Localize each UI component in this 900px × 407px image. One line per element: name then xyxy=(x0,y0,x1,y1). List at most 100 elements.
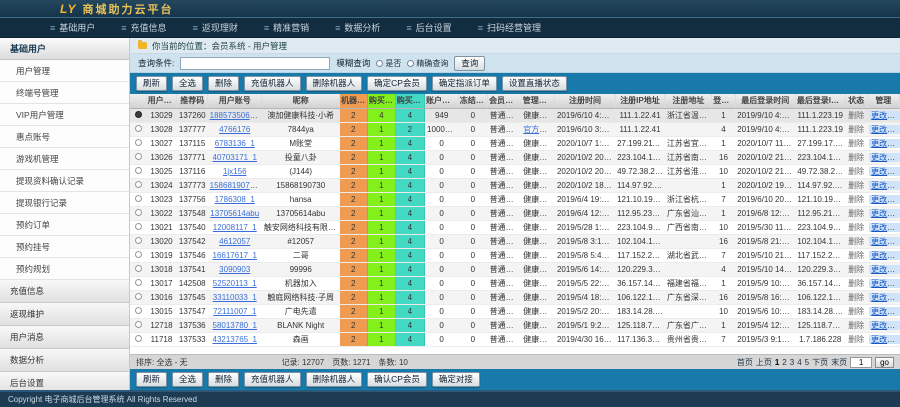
edit-info-link[interactable]: 更改信息 xyxy=(869,251,899,260)
row-checkbox[interactable] xyxy=(135,153,142,160)
page-link-3[interactable]: 2 xyxy=(782,358,786,367)
delete-link[interactable]: 删除 xyxy=(848,251,864,260)
page-link-5[interactable]: 4 xyxy=(797,358,801,367)
account-link[interactable]: 33110033_1 xyxy=(213,293,257,302)
row-checkbox[interactable] xyxy=(135,293,142,300)
edit-info-link[interactable]: 更改信息 xyxy=(869,125,899,134)
page-jump-input[interactable] xyxy=(850,357,872,368)
toolbar-top-button-6[interactable]: 确定指派订单 xyxy=(432,76,497,91)
page-link-6[interactable]: 5 xyxy=(805,358,809,367)
row-checkbox[interactable] xyxy=(135,265,142,272)
delete-link[interactable]: 删除 xyxy=(848,335,864,344)
row-checkbox[interactable] xyxy=(135,335,142,342)
row-checkbox[interactable] xyxy=(135,167,142,174)
edit-info-link[interactable]: 更改信息 xyxy=(869,167,899,176)
toolbar-bottom-button-6[interactable]: 确定对接 xyxy=(432,372,480,387)
edit-info-link[interactable]: 更改信息 xyxy=(869,223,899,232)
page-go-button[interactable]: go xyxy=(875,357,894,368)
page-link-2[interactable]: 1 xyxy=(775,358,779,367)
option-exact[interactable]: 精确查询 xyxy=(407,58,448,69)
delete-link[interactable]: 删除 xyxy=(848,125,864,134)
account-link[interactable]: 4766176 xyxy=(219,125,250,134)
toolbar-bottom-button-3[interactable]: 充值机器人 xyxy=(244,372,301,387)
edit-info-link[interactable]: 更改信息 xyxy=(869,181,899,190)
sidebar-item-8[interactable]: 预约挂号 xyxy=(0,236,129,258)
edit-info-link[interactable]: 更改信息 xyxy=(869,335,899,344)
delete-link[interactable]: 删除 xyxy=(848,293,864,302)
toolbar-bottom-button-5[interactable]: 确认CP会员 xyxy=(367,372,427,387)
toolbar-bottom-button-2[interactable]: 删除 xyxy=(208,372,239,387)
toolbar-top-button-5[interactable]: 确定CP会员 xyxy=(367,76,427,91)
edit-info-link[interactable]: 更改信息 xyxy=(869,111,899,120)
edit-info-link[interactable]: 更改信息 xyxy=(869,237,899,246)
edit-info-link[interactable]: 更改信息 xyxy=(869,279,899,288)
row-checkbox[interactable] xyxy=(135,321,142,328)
nav-item-5[interactable]: ≡ 后台设置 xyxy=(406,21,451,34)
delete-link[interactable]: 删除 xyxy=(848,209,864,218)
page-link-4[interactable]: 3 xyxy=(790,358,794,367)
account-link[interactable]: 1786308_1 xyxy=(215,195,255,204)
delete-link[interactable]: 删除 xyxy=(848,223,864,232)
edit-info-link[interactable]: 更改信息 xyxy=(869,153,899,162)
search-button[interactable]: 查询 xyxy=(454,56,485,71)
edit-info-link[interactable]: 更改信息 xyxy=(869,139,899,148)
option-yesno[interactable]: 是否 xyxy=(376,58,401,69)
page-link-8[interactable]: 末页 xyxy=(831,357,847,368)
sidebar-section-3[interactable]: 数据分析 xyxy=(0,349,129,372)
sidebar-item-1[interactable]: 终端号管理 xyxy=(0,82,129,104)
edit-info-link[interactable]: 更改信息 xyxy=(869,307,899,316)
module-link[interactable]: 官方账号 xyxy=(523,125,555,134)
toolbar-top-button-7[interactable]: 设置直播状态 xyxy=(502,76,567,91)
delete-link[interactable]: 删除 xyxy=(848,167,864,176)
account-link[interactable]: 52520113_1 xyxy=(213,279,257,288)
sidebar-item-3[interactable]: 惠点账号 xyxy=(0,126,129,148)
account-link[interactable]: 18857350613_1 xyxy=(210,111,262,120)
account-link[interactable]: 4612057 xyxy=(219,237,250,246)
account-link[interactable]: 72111007_1 xyxy=(213,307,256,316)
edit-info-link[interactable]: 更改信息 xyxy=(869,195,899,204)
sidebar-item-5[interactable]: 提现资料确认记录 xyxy=(0,170,129,192)
row-checkbox[interactable] xyxy=(135,279,142,286)
delete-link[interactable]: 删除 xyxy=(848,181,864,190)
delete-link[interactable]: 删除 xyxy=(848,307,864,316)
nav-item-1[interactable]: ≡ 充值信息 xyxy=(121,21,166,34)
edit-info-link[interactable]: 更改信息 xyxy=(869,265,899,274)
edit-info-link[interactable]: 更改信息 xyxy=(869,293,899,302)
row-checkbox[interactable] xyxy=(135,307,142,314)
radio-icon[interactable] xyxy=(407,60,414,67)
sidebar-section-1[interactable]: 返现维护 xyxy=(0,303,129,326)
toolbar-top-button-1[interactable]: 全选 xyxy=(172,76,203,91)
toolbar-top-button-3[interactable]: 充值机器人 xyxy=(244,76,301,91)
sidebar-item-7[interactable]: 预约订单 xyxy=(0,214,129,236)
toolbar-top-button-2[interactable]: 删除 xyxy=(208,76,239,91)
nav-item-3[interactable]: ≡ 精准营销 xyxy=(264,21,309,34)
sidebar-item-9[interactable]: 预约规划 xyxy=(0,258,129,280)
account-link[interactable]: 13705614abu xyxy=(210,209,259,218)
nav-item-2[interactable]: ≡ 返现理财 xyxy=(193,21,238,34)
account-link[interactable]: 12008117_1 xyxy=(213,223,257,232)
row-checkbox[interactable] xyxy=(135,139,142,146)
nav-item-6[interactable]: ≡ 扫码经营管理 xyxy=(478,21,541,34)
delete-link[interactable]: 删除 xyxy=(848,111,864,120)
account-link[interactable]: 16617617_1 xyxy=(213,251,258,260)
row-checkbox[interactable] xyxy=(135,111,142,118)
delete-link[interactable]: 删除 xyxy=(848,321,864,330)
account-link[interactable]: 1jx156 xyxy=(223,167,247,176)
sidebar-section-2[interactable]: 用户消息 xyxy=(0,326,129,349)
nav-item-4[interactable]: ≡ 数据分析 xyxy=(335,21,380,34)
account-link[interactable]: 3090903 xyxy=(219,265,250,274)
page-link-0[interactable]: 首页 xyxy=(737,357,753,368)
edit-info-link[interactable]: 更改信息 xyxy=(869,209,899,218)
account-link[interactable]: 40703171_1 xyxy=(213,153,258,162)
search-input[interactable] xyxy=(180,57,330,70)
delete-link[interactable]: 删除 xyxy=(848,237,864,246)
delete-link[interactable]: 删除 xyxy=(848,195,864,204)
sidebar-section-0[interactable]: 充值信息 xyxy=(0,280,129,303)
account-link[interactable]: 15868190730_1 xyxy=(210,181,262,190)
toolbar-bottom-button-4[interactable]: 删除机器人 xyxy=(306,372,363,387)
account-link[interactable]: 6783136_1 xyxy=(215,139,255,148)
delete-link[interactable]: 删除 xyxy=(848,153,864,162)
row-checkbox[interactable] xyxy=(135,195,142,202)
row-checkbox[interactable] xyxy=(135,237,142,244)
nav-item-0[interactable]: ≡ 基础用户 xyxy=(50,21,95,34)
